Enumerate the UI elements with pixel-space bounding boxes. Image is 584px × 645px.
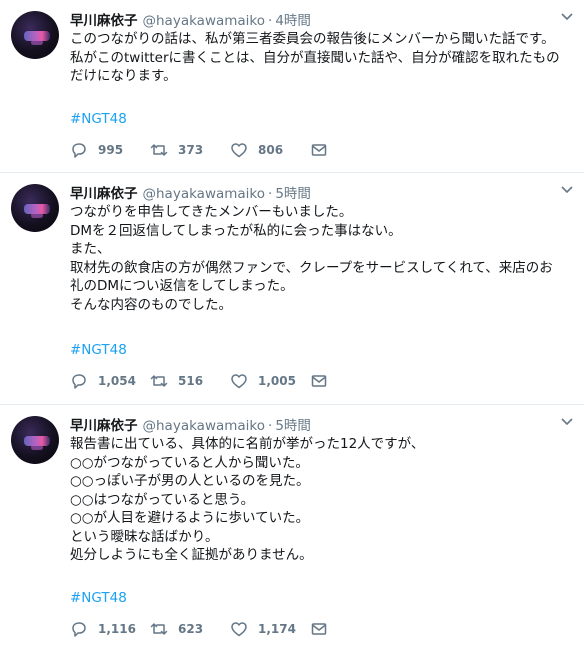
like-count: 806 — [258, 143, 284, 157]
tweet-text: 報告書に出ている、具体的に名前が挙がった12人ですが、 ○○がつながっていると人… — [70, 435, 576, 565]
separator-dot: · — [268, 186, 273, 202]
tweet-text-line: ○○っぽい子が男の人といるのを見た。 — [70, 473, 310, 489]
heart-icon — [231, 622, 247, 637]
tweet-header: 早川麻依子 @hayakawamaiko · 5時間 — [70, 182, 311, 202]
avatar[interactable] — [11, 11, 59, 59]
tweet-actions: 1,116 623 1,174 — [70, 619, 390, 639]
direct-message-button[interactable] — [310, 141, 390, 159]
tweet-text-line: また、 — [70, 241, 111, 257]
tweet-text-line: DMを２回返信してしまったが私的に会った事はない。 — [70, 222, 402, 239]
envelope-icon — [311, 623, 327, 635]
like-button[interactable]: 1,174 — [230, 620, 310, 638]
hashtag-link[interactable]: #NGT48 — [70, 590, 127, 606]
reply-icon — [72, 143, 86, 158]
user-handle[interactable]: @hayakawamaiko — [143, 13, 266, 29]
reply-count: 995 — [98, 143, 124, 157]
display-name[interactable]: 早川麻依子 — [70, 9, 138, 29]
reply-icon — [72, 374, 86, 389]
separator-dot: · — [268, 418, 273, 434]
retweet-button[interactable]: 373 — [150, 141, 230, 159]
tweet-text-line: このつながりの話は、私が第三者委員会の報告後にメンバーから聞いた話です。 — [70, 31, 555, 47]
avatar[interactable] — [11, 184, 59, 232]
user-handle[interactable]: @hayakawamaiko — [143, 418, 266, 434]
reply-icon — [72, 622, 86, 637]
tweet[interactable]: 早川麻依子 @hayakawamaiko · 4時間 このつながりの話は、私が第… — [0, 0, 584, 172]
reply-button[interactable]: 1,116 — [70, 620, 150, 638]
tweet-text-line: だけになります。 — [70, 68, 177, 84]
tweet[interactable]: 早川麻依子 @hayakawamaiko · 5時間 報告書に出ている、具体的に… — [0, 404, 584, 645]
tweet-text-line: 取材先の飲食店の方が偶然ファンで、クレープをサービスしてくれて、来店のお — [70, 259, 553, 276]
reply-button[interactable]: 1,054 — [70, 372, 150, 390]
hashtag-link[interactable]: #NGT48 — [70, 111, 127, 127]
tweet[interactable]: 早川麻依子 @hayakawamaiko · 5時間 つながりを申告してきたメン… — [0, 172, 584, 404]
heart-icon — [231, 143, 247, 158]
retweet-icon — [150, 375, 168, 387]
tweet-text-line: つながりを申告してきたメンバーもいました。 — [70, 204, 353, 220]
tweet-header: 早川麻依子 @hayakawamaiko · 5時間 — [70, 414, 311, 434]
separator-dot: · — [268, 13, 273, 29]
retweet-count: 516 — [178, 374, 204, 388]
retweet-button[interactable]: 623 — [150, 620, 230, 638]
envelope-icon — [311, 144, 327, 156]
like-count: 1,005 — [258, 374, 296, 388]
tweet-text-line: 処分しようにも全く証拠がありません。 — [70, 547, 313, 563]
tweet-text-line: ○○が人目を避けるように歩いていた。 — [70, 510, 310, 526]
tweet-text: つながりを申告してきたメンバーもいました。 DMを２回返信してしまったが私的に会… — [70, 203, 576, 314]
direct-message-button[interactable] — [310, 620, 390, 638]
retweet-button[interactable]: 516 — [150, 372, 230, 390]
timestamp[interactable]: 5時間 — [275, 182, 311, 202]
envelope-icon — [311, 375, 327, 387]
tweet-header: 早川麻依子 @hayakawamaiko · 4時間 — [70, 9, 311, 29]
retweet-count: 623 — [178, 622, 204, 636]
tweet-text-line: という曖昧な話ばかり。 — [70, 528, 219, 545]
timestamp[interactable]: 5時間 — [275, 414, 311, 434]
tweet-text-line: ○○はつながっていると思う。 — [70, 491, 255, 508]
reply-count: 1,116 — [98, 622, 136, 636]
chevron-down-icon[interactable] — [560, 12, 574, 22]
tweet-text-line: ○○がつながっていると人から聞いた。 — [70, 454, 309, 471]
retweet-icon — [150, 144, 168, 156]
tweet-actions: 1,054 516 1,005 — [70, 371, 390, 391]
avatar[interactable] — [11, 416, 59, 464]
timestamp[interactable]: 4時間 — [275, 9, 311, 29]
hashtag-link[interactable]: #NGT48 — [70, 342, 127, 358]
tweet-text-line: 報告書に出ている、具体的に名前が挙がった12人ですが、 — [70, 436, 425, 452]
tweet-text-line: そんな内容のものでした。 — [70, 296, 232, 313]
like-button[interactable]: 1,005 — [230, 372, 310, 390]
reply-button[interactable]: 995 — [70, 141, 150, 159]
tweet-text-line: 礼のDMについ返信をしてしまった。 — [70, 278, 294, 294]
tweet-text: このつながりの話は、私が第三者委員会の報告後にメンバーから聞いた話です。 私がこ… — [70, 30, 576, 86]
like-count: 1,174 — [258, 622, 296, 636]
like-button[interactable]: 806 — [230, 141, 310, 159]
tweet-actions: 995 373 806 — [70, 140, 390, 160]
chevron-down-icon[interactable] — [560, 185, 574, 195]
retweet-count: 373 — [178, 143, 204, 157]
retweet-icon — [150, 623, 168, 635]
user-handle[interactable]: @hayakawamaiko — [143, 186, 266, 202]
reply-count: 1,054 — [98, 374, 136, 388]
chevron-down-icon[interactable] — [560, 417, 574, 427]
tweet-text-line: 私がこのtwitterに書くことは、自分が直接聞いた話や、自分が確認を取れたもの — [70, 49, 560, 66]
display-name[interactable]: 早川麻依子 — [70, 182, 138, 202]
display-name[interactable]: 早川麻依子 — [70, 414, 138, 434]
direct-message-button[interactable] — [310, 372, 390, 390]
heart-icon — [231, 374, 247, 389]
